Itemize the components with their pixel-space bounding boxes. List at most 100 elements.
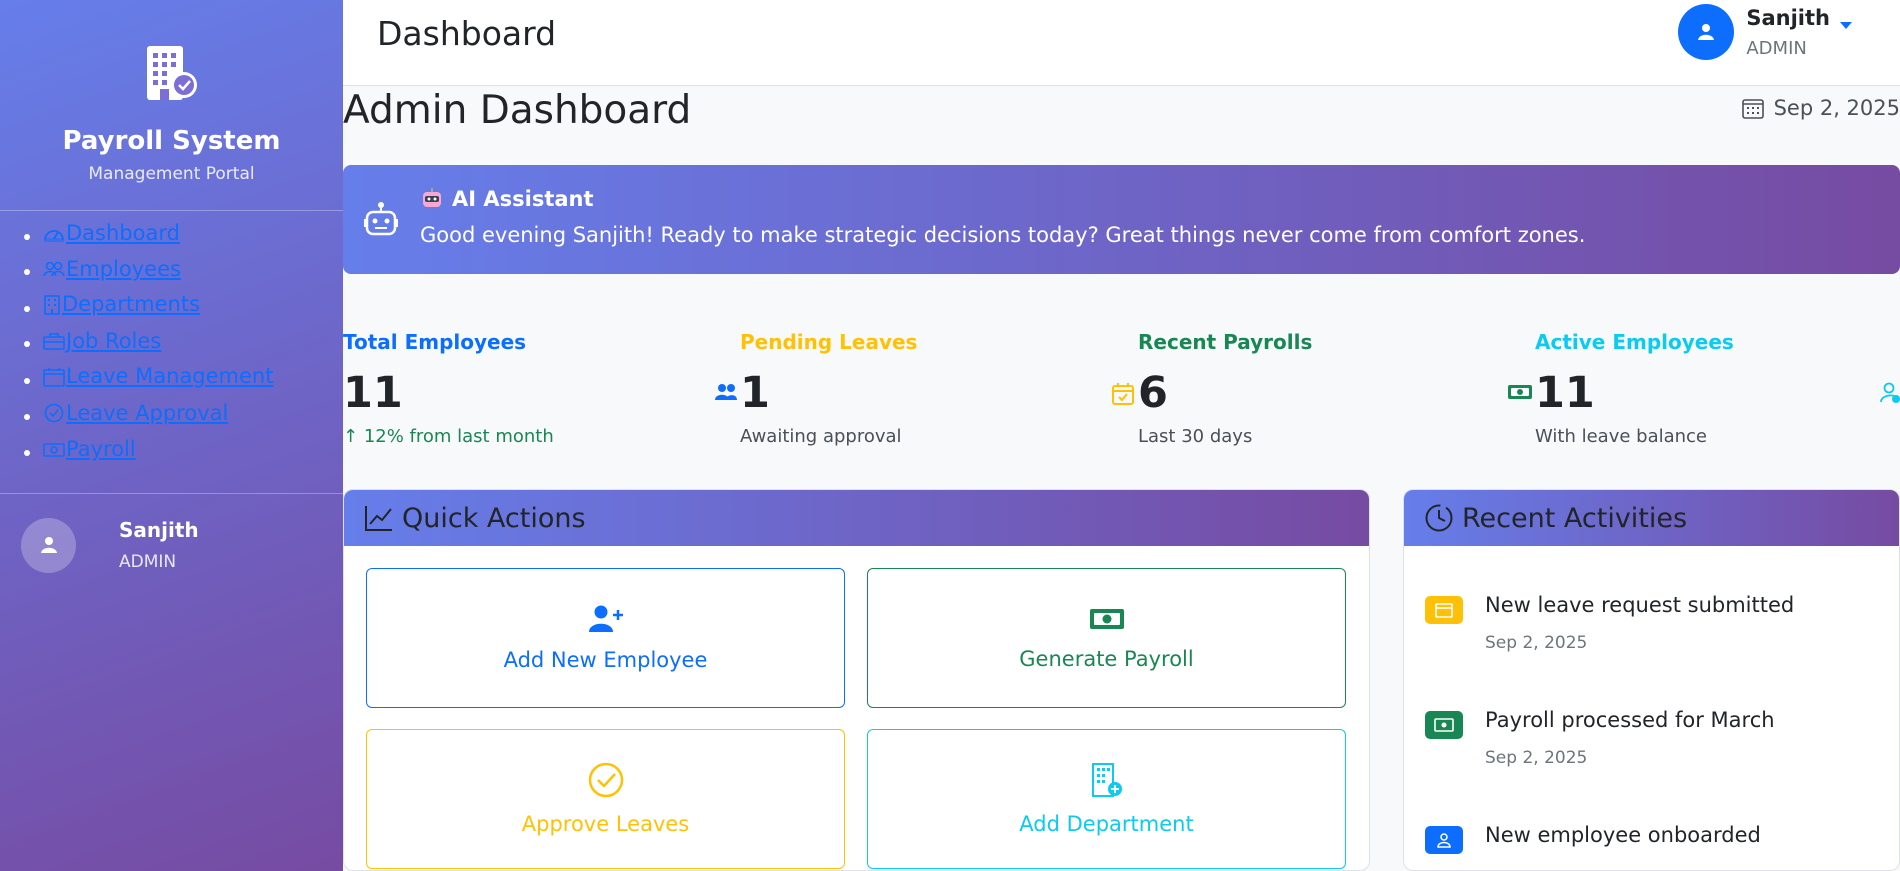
cash-icon — [1089, 609, 1124, 629]
stat-foot-text: 12% from last month — [363, 426, 554, 447]
nav-label: Payroll — [66, 437, 136, 461]
nav-link-employees[interactable]: Employees — [43, 253, 181, 286]
recent-activities-card: Recent Activities New leave request subm… — [1403, 489, 1900, 871]
stat-label: Pending Leaves — [740, 330, 918, 354]
topbar: Dashboard Sanjith ADMIN — [343, 0, 1900, 86]
add-employee-button[interactable]: Add New Employee — [366, 568, 845, 708]
activity-text: New leave request submitted Sep 2, 2025 — [1485, 593, 1794, 653]
robot-icon — [364, 202, 398, 236]
profile-text: Sanjith ADMIN — [1746, 6, 1830, 59]
nav-link-dashboard[interactable]: Dashboard — [43, 217, 180, 250]
add-department-label: Add Department — [1019, 812, 1194, 836]
clock-history-icon — [1425, 504, 1453, 532]
chevron-down-icon — [1840, 21, 1852, 29]
ai-assistant-title: AI Assistant — [420, 187, 594, 211]
ai-assistant-banner: AI Assistant Good evening Sanjith! Ready… — [343, 165, 1900, 274]
person-plus-icon — [588, 605, 623, 632]
add-employee-label: Add New Employee — [503, 648, 708, 672]
robot-emoji-icon — [423, 188, 441, 207]
sidebar-item-departments: Departments — [43, 288, 343, 325]
activity-item: New employee onboarded — [1425, 823, 1761, 854]
stat-label: Total Employees — [343, 330, 527, 354]
building-add-icon — [1091, 763, 1122, 797]
calendar-icon — [1425, 596, 1463, 624]
sidebar-item-dashboard: Dashboard — [43, 217, 343, 253]
approve-leaves-button[interactable]: Approve Leaves — [366, 729, 845, 869]
sidebar-item-leave-management: Leave Management — [43, 360, 343, 397]
profile-dropdown[interactable]: Sanjith ADMIN — [1678, 4, 1852, 60]
nav-link-leave-approval[interactable]: Leave Approval — [43, 397, 228, 430]
stat-value: 6 — [1138, 368, 1168, 418]
generate-payroll-label: Generate Payroll — [1019, 647, 1194, 671]
sidebar-item-leave-approval: Leave Approval — [43, 397, 343, 434]
generate-payroll-button[interactable]: Generate Payroll — [867, 568, 1346, 708]
arrow-up-icon: ↑ — [343, 426, 364, 447]
nav-link-leave-management[interactable]: Leave Management — [43, 360, 273, 393]
activity-item: New leave request submitted Sep 2, 2025 — [1425, 593, 1794, 653]
cash-icon — [1508, 385, 1532, 399]
brand-title: Payroll System — [62, 126, 281, 156]
stat-value: 11 — [1535, 368, 1595, 418]
nav-link-job-roles[interactable]: Job Roles — [43, 325, 161, 358]
sidebar-item-payroll: Payroll — [43, 433, 343, 469]
stat-card-total-employees: Total Employees 11 ↑ 12% from last month — [343, 330, 738, 460]
sidebar-user[interactable]: Sanjith ADMIN — [0, 494, 343, 573]
sidebar-nav: Dashboard Employees Departments Job Role… — [0, 211, 343, 469]
topbar-title: Dashboard — [377, 14, 557, 53]
briefcase-icon — [43, 333, 65, 350]
calendar-grid-icon — [1741, 99, 1764, 119]
nav-link-payroll[interactable]: Payroll — [43, 433, 136, 466]
add-department-button[interactable]: Add Department — [867, 729, 1346, 869]
speedometer-icon — [44, 229, 64, 241]
activity-date: Sep 2, 2025 — [1485, 633, 1588, 653]
check-circle-icon — [44, 403, 64, 423]
graph-up-icon — [365, 506, 392, 531]
sidebar-item-job-roles: Job Roles — [43, 325, 343, 361]
person-icon — [1698, 24, 1715, 40]
activity-item: Payroll processed for March Sep 2, 2025 — [1425, 708, 1775, 768]
nav-label: Employees — [66, 256, 181, 281]
activity-date: Sep 2, 2025 — [1485, 748, 1588, 768]
quick-actions-card: Quick Actions Add New Employee Generate … — [343, 489, 1370, 871]
activity-title: New employee onboarded — [1485, 823, 1761, 847]
sidebar: Payroll System Management Portal Dashboa… — [0, 0, 343, 871]
current-date-text: Sep 2, 2025 — [1773, 96, 1900, 120]
stat-foot: Awaiting approval — [740, 426, 902, 447]
cash-icon — [1425, 711, 1463, 739]
person-check-icon — [1880, 382, 1900, 403]
nav-link-departments[interactable]: Departments — [43, 288, 200, 321]
brand: Payroll System Management Portal — [0, 0, 343, 184]
approve-leaves-label: Approve Leaves — [521, 812, 690, 836]
current-date: Sep 2, 2025 — [1741, 96, 1900, 120]
activity-title: Payroll processed for March — [1485, 708, 1775, 732]
sidebar-item-employees: Employees — [43, 253, 343, 289]
check-circle-icon — [588, 762, 623, 798]
stat-card-active-employees: Active Employees 11 With leave balance — [1535, 330, 1900, 460]
quick-actions-header: Quick Actions — [344, 490, 1369, 546]
stat-card-recent-payrolls: Recent Payrolls 6 Last 30 days — [1138, 330, 1533, 460]
sidebar-user-role: ADMIN — [119, 552, 177, 572]
sidebar-user-text: Sanjith ADMIN — [119, 518, 199, 572]
person-badge-icon — [1425, 826, 1463, 854]
stat-value: 11 — [343, 368, 403, 418]
calendar-check-icon — [1112, 383, 1134, 405]
nav-label: Departments — [62, 292, 201, 316]
stat-value: 1 — [740, 368, 770, 418]
people-icon — [43, 261, 65, 277]
person-icon — [40, 537, 57, 553]
stat-label: Recent Payrolls — [1138, 330, 1313, 354]
nav-label: Leave Approval — [66, 400, 229, 425]
cash-icon — [43, 442, 65, 457]
quick-actions-title: Quick Actions — [402, 502, 586, 534]
ai-message: Good evening Sanjith! Ready to make stra… — [420, 223, 1586, 247]
building-check-icon — [146, 46, 197, 100]
stat-foot: With leave balance — [1535, 426, 1708, 447]
avatar — [1678, 4, 1735, 60]
people-icon — [715, 384, 737, 400]
stat-foot: ↑ 12% from last month — [343, 426, 738, 447]
activity-text: New employee onboarded — [1485, 823, 1761, 854]
nav-label: Dashboard — [66, 221, 180, 245]
nav-label: Leave Management — [66, 364, 274, 388]
calendar-icon — [43, 367, 65, 387]
stat-label: Active Employees — [1535, 330, 1734, 354]
